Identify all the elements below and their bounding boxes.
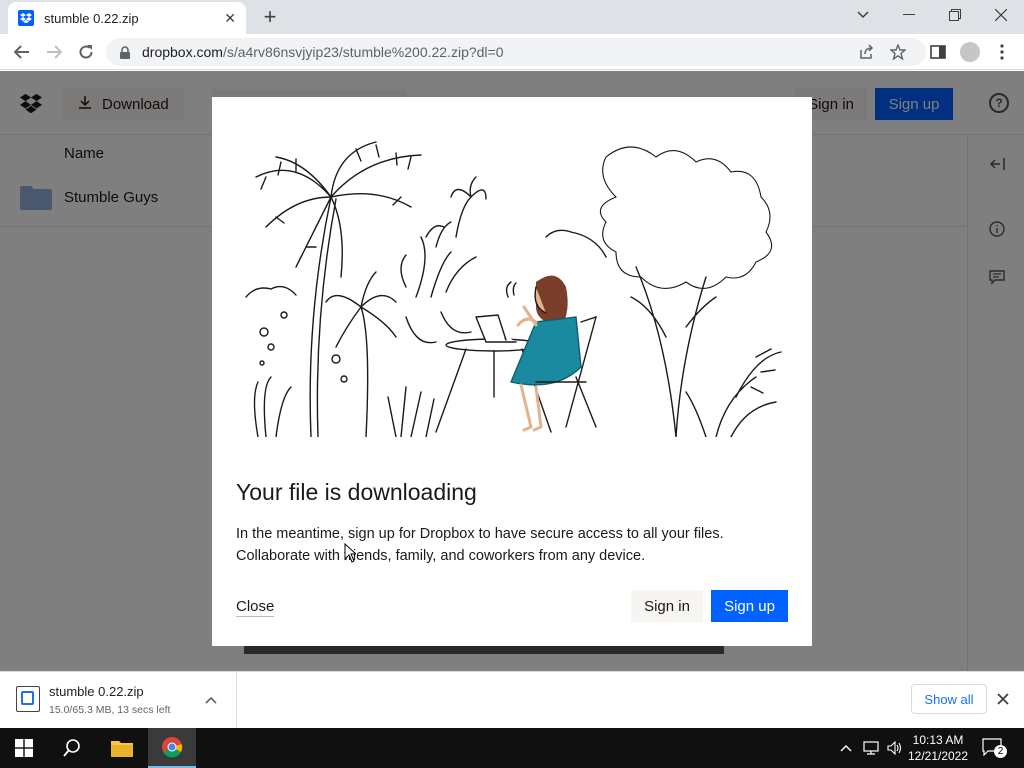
show-all-button[interactable]: Show all: [911, 684, 987, 714]
chrome-taskbar-icon[interactable]: [148, 728, 196, 768]
dropbox-page: Download Sign in Sign up ? Name Stumble …: [0, 71, 1024, 671]
modal-close-button[interactable]: Close: [236, 598, 275, 617]
page-bottom-bar: [244, 646, 724, 654]
profile-avatar-icon[interactable]: [960, 42, 980, 62]
dropbox-favicon-icon: [18, 10, 34, 26]
address-bar[interactable]: dropbox.com/s/a4rv86nsvjyip23/stumble%20…: [106, 38, 926, 66]
window-close-icon[interactable]: [978, 0, 1024, 30]
side-panel-icon[interactable]: [928, 42, 948, 62]
browser-toolbar: dropbox.com/s/a4rv86nsvjyip23/stumble%20…: [0, 34, 1024, 70]
clock-date: 12/21/2022: [907, 749, 969, 763]
mouse-cursor-icon: [344, 543, 356, 563]
download-item[interactable]: stumble 0.22.zip 15.0/65.3 MB, 13 secs l…: [0, 672, 237, 729]
search-icon[interactable]: [48, 728, 96, 768]
tab-close-icon[interactable]: ✕: [224, 10, 236, 27]
minimize-icon[interactable]: [886, 0, 932, 30]
modal-title: Your file is downloading: [236, 479, 477, 505]
woman-in-garden-illustration: [245, 141, 782, 437]
browser-tab-strip: stumble 0.22.zip ✕ +: [0, 0, 1024, 34]
file-explorer-icon[interactable]: [98, 728, 146, 768]
bookmark-star-icon[interactable]: [888, 42, 908, 62]
taskbar-clock[interactable]: 10:13 AM 12/21/2022: [904, 732, 972, 764]
browser-tab[interactable]: stumble 0.22.zip ✕: [8, 2, 246, 34]
download-file-name: stumble 0.22.zip: [49, 684, 144, 699]
modal-signin-button[interactable]: Sign in: [631, 590, 703, 622]
download-shelf-close-icon[interactable]: [997, 689, 1009, 710]
modal-body-line2: Collaborate with friends, family, and co…: [236, 548, 646, 564]
network-icon[interactable]: [860, 728, 882, 768]
reload-icon[interactable]: [74, 40, 98, 64]
tab-search-chevron-icon[interactable]: [840, 0, 886, 30]
url-path: /s/a4rv86nsvjyip23/stumble%200.22.zip?dl…: [222, 44, 504, 60]
chrome-menu-icon[interactable]: [992, 42, 1012, 62]
windows-taskbar: 10:13 AM 12/21/2022 2: [0, 728, 1024, 768]
notification-center-icon[interactable]: 2: [982, 738, 1007, 758]
zip-file-icon: [16, 686, 40, 712]
back-arrow-icon[interactable]: [10, 40, 34, 64]
clock-time: 10:13 AM: [912, 733, 964, 747]
share-icon[interactable]: [856, 42, 876, 62]
notification-count-badge: 2: [994, 745, 1007, 758]
modal-body: In the meantime, sign up for Dropbox to …: [236, 523, 776, 567]
lock-icon[interactable]: [120, 46, 130, 59]
windows-start-icon[interactable]: [0, 728, 48, 768]
modal-signup-button[interactable]: Sign up: [711, 590, 788, 622]
url-domain: dropbox.com: [142, 44, 223, 60]
tray-chevron-up-icon[interactable]: [836, 728, 856, 768]
url-text: dropbox.com/s/a4rv86nsvjyip23/stumble%20…: [142, 44, 504, 60]
download-shelf: stumble 0.22.zip 15.0/65.3 MB, 13 secs l…: [0, 671, 1024, 729]
chevron-up-icon[interactable]: [205, 692, 217, 707]
new-tab-button[interactable]: +: [258, 4, 282, 30]
tab-title: stumble 0.22.zip: [44, 10, 139, 26]
forward-arrow-icon[interactable]: [42, 40, 66, 64]
modal-body-line1: In the meantime, sign up for Dropbox to …: [236, 526, 724, 542]
volume-icon[interactable]: [884, 728, 906, 768]
restore-icon[interactable]: [932, 0, 978, 30]
download-status: 15.0/65.3 MB, 13 secs left: [49, 704, 171, 716]
download-modal: Your file is downloading In the meantime…: [212, 97, 812, 646]
